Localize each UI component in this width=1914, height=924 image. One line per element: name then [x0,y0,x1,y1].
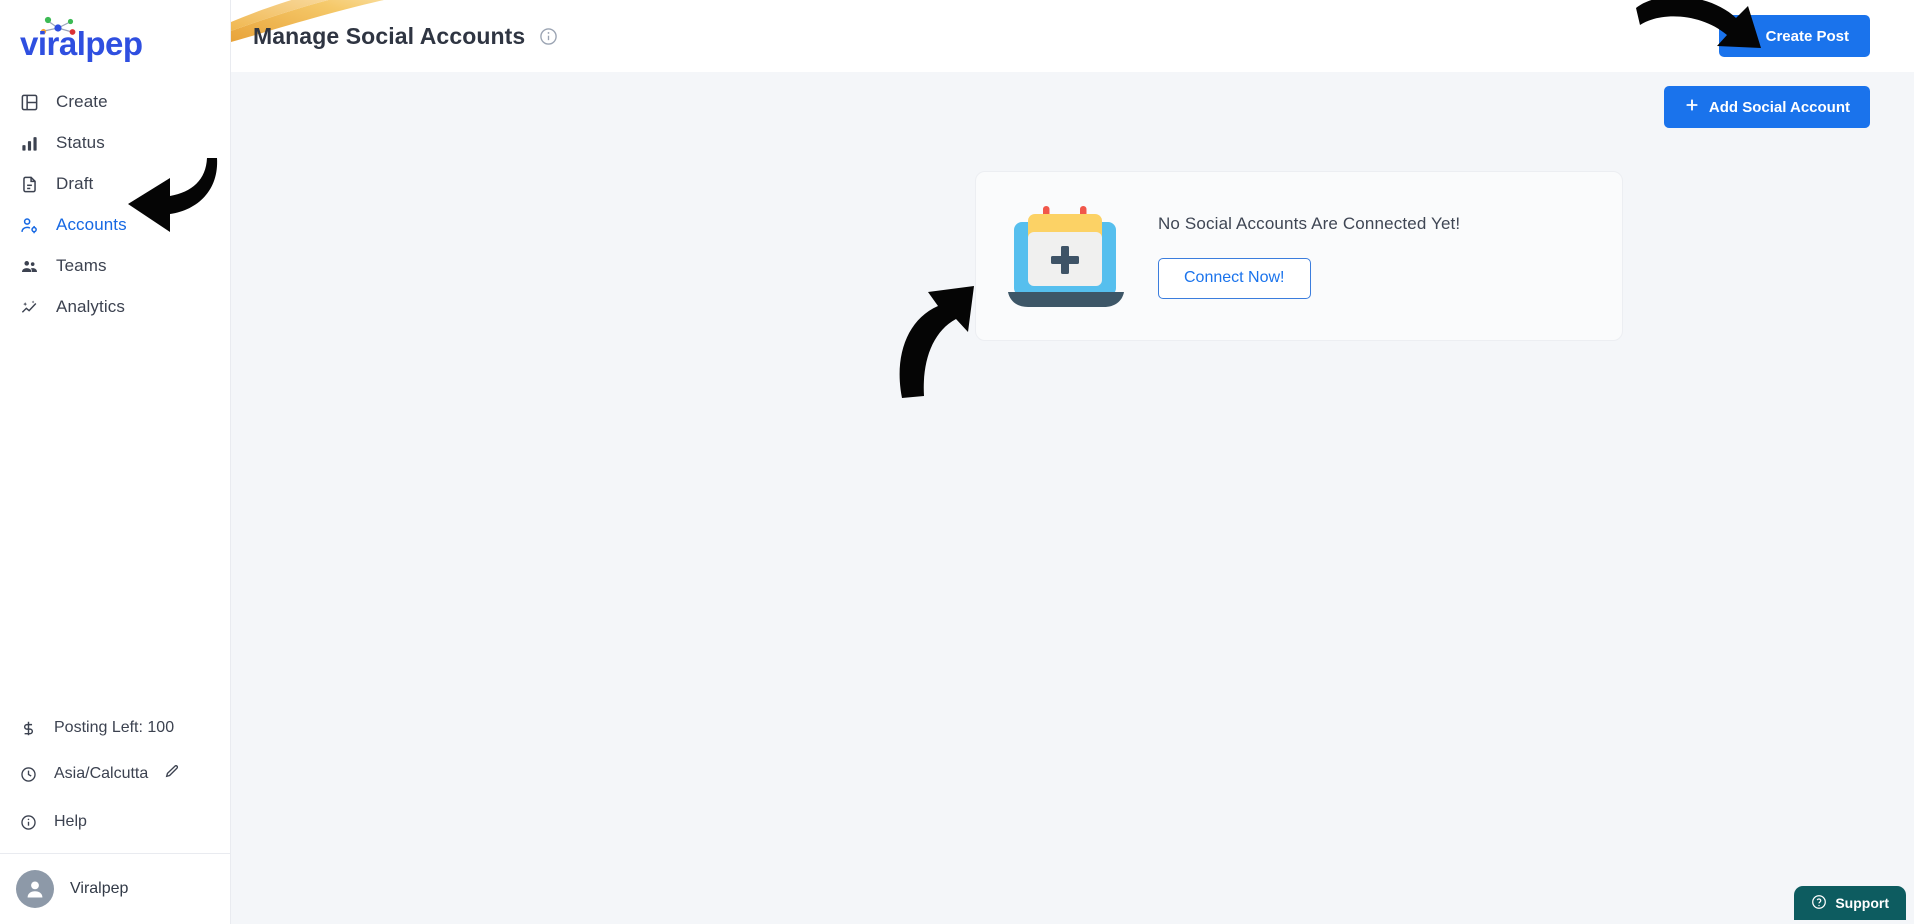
page-title: Manage Social Accounts [253,22,526,49]
document-icon [18,173,40,195]
edit-timezone-icon[interactable] [164,764,180,785]
layout-icon [18,91,40,113]
sidebar-item-label: Accounts [56,215,127,234]
add-social-account-button[interactable]: Add Social Account [1663,86,1870,128]
posting-left-label: Posting Left: 100 [54,719,175,736]
empty-state-card: No Social Accounts Are Connected Yet! Co… [975,171,1623,341]
sidebar-item-accounts[interactable]: Accounts [0,205,230,245]
posting-left-row: Posting Left: 100 [0,709,231,747]
people-icon [18,255,40,277]
user-name: Viralpep [70,880,129,897]
question-circle-icon [1811,894,1827,913]
page-header: Manage Social Accounts Create Post [231,0,1914,72]
compose-icon [1740,26,1757,47]
info-circle-icon[interactable] [539,27,558,46]
sidebar-item-draft[interactable]: Draft [0,164,230,204]
support-label: Support [1835,895,1889,911]
calendar-add-icon [996,200,1136,312]
brand-logo[interactable]: viralpep [0,0,230,72]
sidebar-item-label: Teams [56,256,107,275]
sidebar: viralpep Create Status Draft Accounts Te… [0,0,231,924]
dollar-icon [18,718,38,738]
plus-icon [1684,97,1700,117]
create-post-button[interactable]: Create Post [1718,15,1870,57]
sidebar-item-status[interactable]: Status [0,123,230,163]
add-social-account-label: Add Social Account [1708,98,1850,116]
sidebar-item-analytics[interactable]: Analytics [0,287,230,327]
help-label: Help [54,813,87,830]
info-circle-icon [18,812,38,832]
connect-now-label: Connect Now! [1184,269,1285,286]
timezone-label: Asia/Calcutta [54,765,149,782]
support-widget[interactable]: Support [1794,886,1906,920]
sidebar-item-label: Analytics [56,297,125,316]
create-post-label: Create Post [1765,27,1849,45]
viralpep-logo-icon: viralpep [20,16,143,62]
user-settings-icon [18,214,40,236]
main-content: Manage Social Accounts Create Post Add S… [231,0,1914,924]
bar-chart-icon [18,132,40,154]
avatar [16,870,54,908]
timezone-row[interactable]: Asia/Calcutta [0,755,231,793]
empty-state-body: No Social Accounts Are Connected Yet! Co… [1158,214,1460,299]
sidebar-item-label: Status [56,133,105,152]
svg-text:viralpep: viralpep [20,25,143,62]
sidebar-item-label: Create [56,92,108,111]
sidebar-footer: Posting Left: 100 Asia/Calcutta Help Vir… [0,709,231,924]
sidebar-nav: Create Status Draft Accounts Teams Analy… [0,82,230,327]
sidebar-item-create[interactable]: Create [0,82,230,122]
sidebar-item-label: Draft [56,174,94,193]
clock-icon [18,764,38,784]
sidebar-item-teams[interactable]: Teams [0,246,230,286]
help-row[interactable]: Help [0,803,231,841]
sparkle-chart-icon [18,296,40,318]
user-profile[interactable]: Viralpep [0,854,231,924]
connect-now-button[interactable]: Connect Now! [1158,257,1311,299]
app-root: viralpep Create Status Draft Accounts Te… [0,0,1914,924]
empty-state-title: No Social Accounts Are Connected Yet! [1158,213,1461,233]
